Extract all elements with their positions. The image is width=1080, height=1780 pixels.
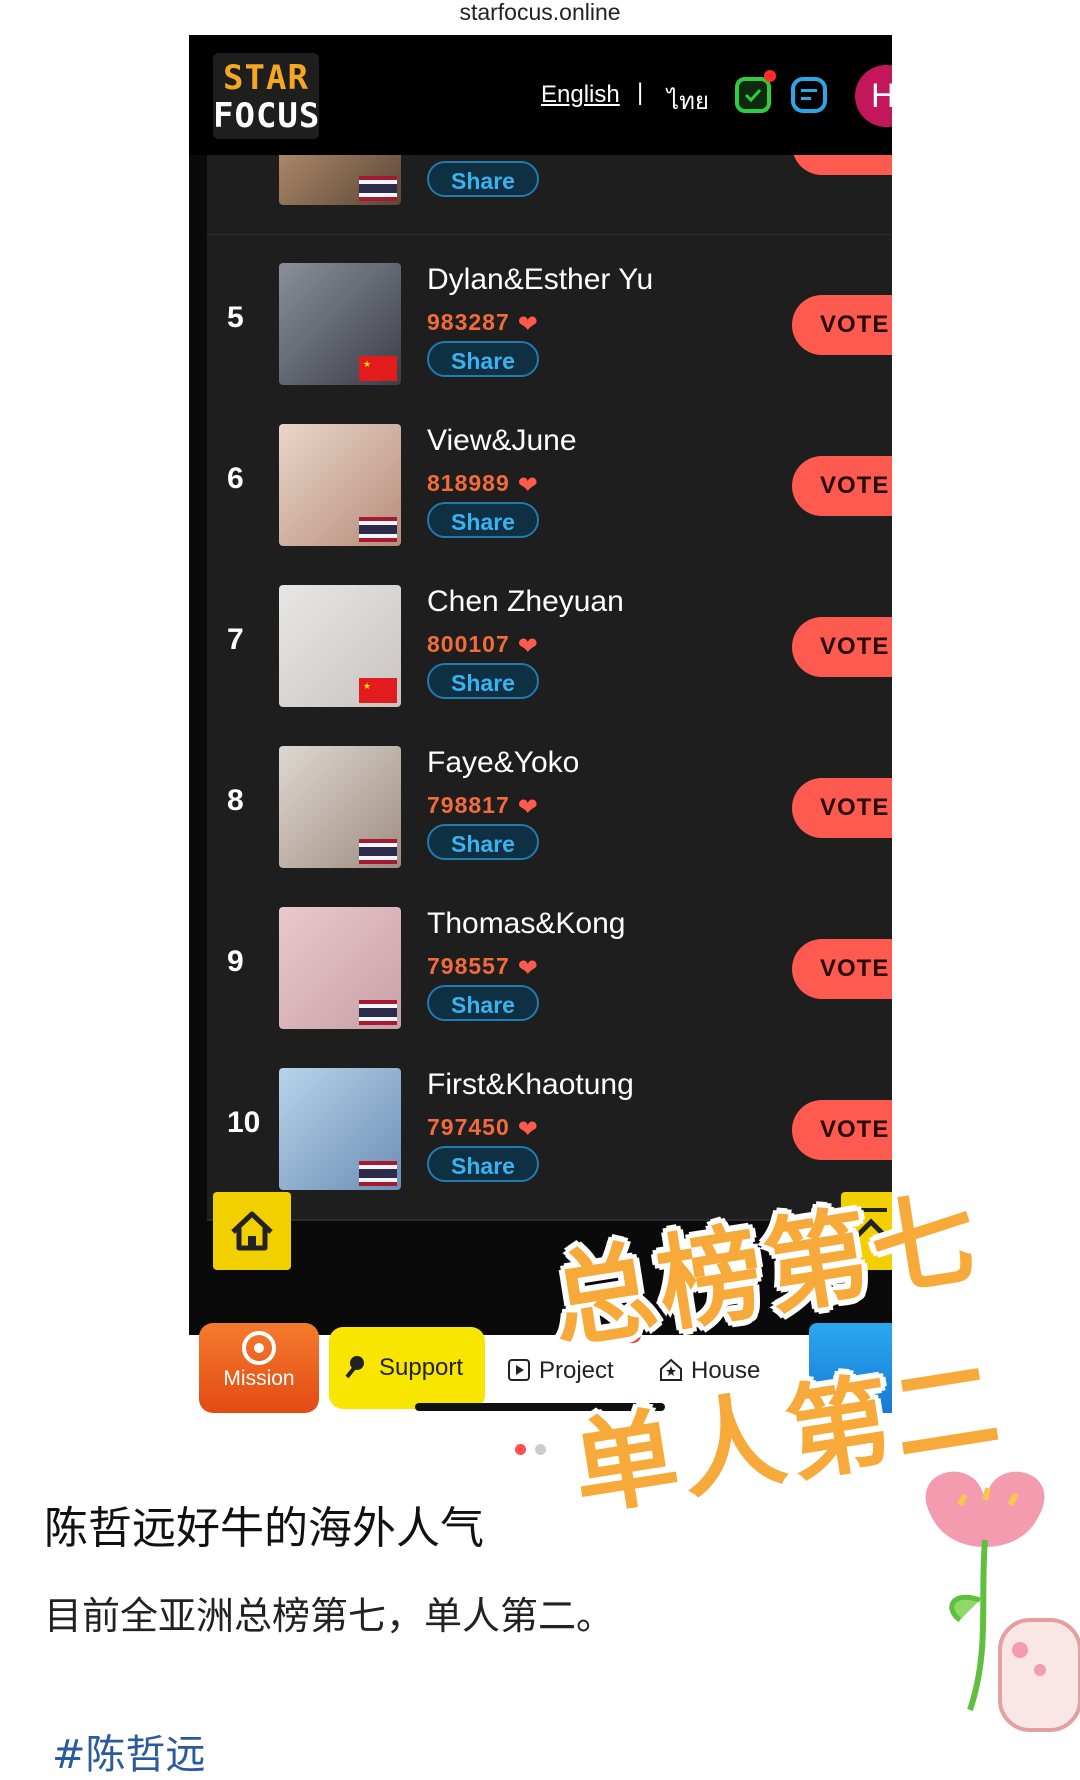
notification-dot <box>764 70 776 82</box>
target-icon <box>242 1331 276 1365</box>
calendar-check-icon[interactable] <box>735 70 776 113</box>
rank-number: 7 <box>227 623 244 656</box>
post-title: 陈哲远好牛的海外人气 <box>44 1503 484 1554</box>
profile-avatar[interactable]: H <box>855 65 892 127</box>
share-button[interactable]: Share <box>427 663 539 699</box>
support-tab[interactable]: Support <box>329 1327 485 1409</box>
heart-icon: ❤ <box>517 1116 539 1143</box>
share-button[interactable]: Share <box>427 502 539 538</box>
chat-icon[interactable] <box>791 77 827 113</box>
vote-count-value: 800107 <box>427 631 510 657</box>
vote-count: 798817 ❤ <box>427 792 539 822</box>
carousel-dot-active[interactable] <box>515 1444 526 1455</box>
language-thai-link[interactable]: ไทย <box>667 81 709 120</box>
artist-name: Dylan&Esther Yu <box>427 263 654 296</box>
hashtag-link[interactable]: #陈哲远 <box>52 1722 206 1780</box>
rank-number: 6 <box>227 462 244 495</box>
heart-icon: ❤ <box>517 955 539 982</box>
artist-photo[interactable] <box>279 424 401 546</box>
vote-button[interactable]: VOTE <box>792 456 892 516</box>
language-english-link[interactable]: English <box>541 81 620 109</box>
flower-sticker <box>919 1465 1080 1732</box>
artist-name: Thomas&Kong <box>427 907 626 940</box>
mission-label: Mission <box>223 1367 295 1390</box>
vote-count: 800107 ❤ <box>427 631 539 661</box>
thailand-flag-icon <box>359 176 397 201</box>
thailand-flag-icon <box>359 1161 397 1186</box>
ranking-row: 7 ★ Chen Zheyuan 800107 ❤ Share VOTE <box>207 557 892 738</box>
china-flag-icon: ★ <box>359 356 397 381</box>
heart-icon: ❤ <box>517 633 539 660</box>
ranking-row: 5 ★ Dylan&Esther Yu 983287 ❤ Share VOTE <box>207 235 892 416</box>
ranking-row: 8 Faye&Yoko 798817 ❤ Share VOTE <box>207 718 892 899</box>
starfocus-logo[interactable]: STAR FOCUS <box>213 53 319 139</box>
vote-button[interactable]: VOTE <box>792 295 892 355</box>
heart-icon: ❤ <box>517 794 539 821</box>
vote-button[interactable]: VOTE <box>792 1100 892 1160</box>
vote-count-value: 983287 <box>427 309 510 335</box>
vote-count: 797450 ❤ <box>427 1114 539 1144</box>
vote-count: 798557 ❤ <box>427 953 539 983</box>
svg-text:★: ★ <box>363 359 371 369</box>
rank-number: 10 <box>227 1106 261 1139</box>
artist-name: Chen Zheyuan <box>427 585 624 618</box>
support-icon <box>345 1356 364 1379</box>
artist-photo[interactable]: ★ <box>279 585 401 707</box>
share-button[interactable]: Share <box>427 824 539 860</box>
rank-number: 5 <box>227 301 244 334</box>
ranking-row: 9 Thomas&Kong 798557 ❤ Share VOTE <box>207 879 892 1060</box>
heart-icon: ❤ <box>517 311 539 338</box>
post-body: 目前全亚洲总榜第七，单人第二。 <box>44 1594 615 1638</box>
vote-button[interactable]: VOTE <box>792 617 892 677</box>
vote-count-value: 798817 <box>427 792 510 818</box>
svg-text:★: ★ <box>363 681 371 691</box>
play-icon <box>508 1359 530 1381</box>
thailand-flag-icon <box>359 1000 397 1025</box>
artist-photo[interactable] <box>279 746 401 868</box>
vote-count-value: 797450 <box>427 1114 510 1140</box>
home-button[interactable] <box>213 1192 291 1270</box>
browser-url: starfocus.online <box>459 0 621 25</box>
china-flag-icon: ★ <box>359 678 397 703</box>
vote-count: 818989 ❤ <box>427 470 539 500</box>
vote-count-value: 798557 <box>427 953 510 979</box>
vote-count-value: 818989 <box>427 470 510 496</box>
artist-name: First&Khaotung <box>427 1068 634 1101</box>
home-icon <box>231 1211 273 1251</box>
rank-number: 8 <box>227 784 244 817</box>
artist-photo[interactable] <box>279 907 401 1029</box>
share-button[interactable]: Share <box>427 341 539 377</box>
language-separator: | <box>637 79 644 106</box>
share-button[interactable]: Share <box>427 1146 539 1182</box>
support-label: Support <box>379 1354 464 1381</box>
thailand-flag-icon <box>359 839 397 864</box>
artist-name: View&June <box>427 424 577 457</box>
vote-count: 983287 ❤ <box>427 309 539 339</box>
mission-tab[interactable]: Mission <box>199 1323 319 1413</box>
heart-icon: ❤ <box>517 472 539 499</box>
logo-line2: FOCUS <box>213 96 321 136</box>
thailand-flag-icon <box>359 517 397 542</box>
artist-photo[interactable] <box>279 1068 401 1190</box>
share-button[interactable]: Share <box>427 985 539 1021</box>
logo-line1: STAR <box>223 58 309 98</box>
artist-photo[interactable]: ★ <box>279 263 401 385</box>
vote-button[interactable]: VOTE <box>792 778 892 838</box>
carousel-dot[interactable] <box>535 1444 546 1455</box>
ranking-row: 6 View&June 818989 ❤ Share VOTE <box>207 396 892 577</box>
share-button[interactable]: Share <box>427 161 539 197</box>
app-header: STAR FOCUS English | ไทย H <box>189 35 892 155</box>
carousel-dots[interactable] <box>515 1442 555 1460</box>
rank-number: 9 <box>227 945 244 978</box>
artist-name: Faye&Yoko <box>427 746 580 779</box>
vote-button[interactable]: VOTE <box>792 939 892 999</box>
